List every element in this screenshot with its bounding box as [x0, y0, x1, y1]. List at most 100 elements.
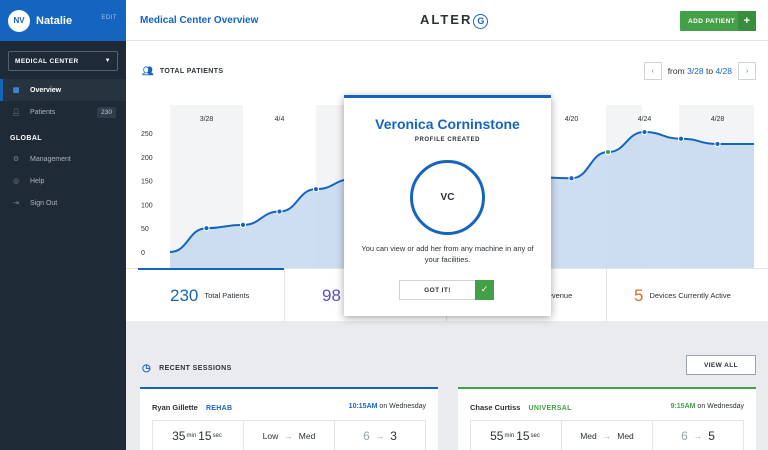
min-unit: min [186, 433, 197, 439]
sidebar-item-overview[interactable]: ▦ Overview [0, 79, 126, 101]
avatar[interactable]: NV [8, 9, 30, 32]
sidebar: NV Natalie EDIT MEDICAL CENTER ▼ ▦ Overv… [0, 0, 126, 450]
function-to: Med [617, 431, 634, 441]
session-time: 10:15AM on Wednesday [349, 403, 426, 410]
metric-function: Low → Med [244, 421, 335, 450]
function-to: Med [298, 431, 316, 441]
chart-point [677, 135, 685, 142]
total-patients-title: TOTAL PATIENTS [159, 68, 224, 75]
top-bar: Medical Center Overview ALTER G ADD PATIE… [126, 0, 768, 41]
date-range-text: from 3/28 to 4/28 [668, 66, 732, 76]
add-patient-button[interactable]: ADD PATIENT + [680, 11, 756, 31]
x-tick-label: 3/28 [200, 116, 214, 123]
sidebar-item-sign-out[interactable]: ⇥ Sign Out [0, 192, 126, 214]
edit-profile-link[interactable]: EDIT [101, 15, 117, 21]
arrow-right-icon: → [693, 431, 703, 441]
session-metrics: 55 min 15 sec Med → Med 6 → 5 [470, 420, 744, 450]
duration-sec: 15 [198, 429, 212, 443]
chart-point [714, 140, 721, 148]
metric-duration: 55 min 15 sec [471, 421, 562, 450]
chart-point [239, 221, 247, 228]
total-patients-header: 👥︎ TOTAL PATIENTS [142, 66, 224, 77]
pain-from: 6 [363, 429, 370, 443]
gear-icon: ⚙ [12, 156, 20, 163]
prev-range-button[interactable]: ‹ [643, 62, 662, 80]
stat-value: 5 [634, 285, 644, 305]
pain-to: 3 [390, 429, 397, 443]
metric-pain: 6 → 3 [335, 421, 425, 450]
session-day: on Wednesday [379, 403, 426, 410]
sidebar-item-patients[interactable]: 👤︎ Patients 230 [0, 101, 126, 123]
got-it-button[interactable]: GOT IT! ✓ [399, 279, 494, 300]
divider [606, 269, 607, 322]
chart-point [312, 186, 320, 193]
card-accent [458, 387, 756, 389]
session-type: REHAB [205, 405, 233, 412]
session-card[interactable]: Ryan Gillette REHAB 10:15AM on Wednesday… [140, 387, 438, 450]
session-patient: Chase Curtiss UNIVERSAL [470, 403, 572, 412]
sec-unit: sec [530, 433, 540, 439]
session-metrics: 35 min 15 sec Low → Med 6 → 3 [152, 420, 426, 450]
session-time: 9:15AM on Wednesday [671, 403, 744, 410]
next-range-button[interactable]: › [738, 62, 756, 80]
session-day: on Wednesday [697, 403, 744, 410]
stat-devices-active[interactable]: 5 Devices Currently Active [634, 269, 731, 322]
patient-name: Ryan Gillette [152, 403, 198, 412]
card-accent [140, 387, 438, 389]
y-tick-label: 0 [141, 250, 145, 257]
min-unit: min [504, 433, 515, 439]
sidebar-item-label: Management [30, 155, 71, 163]
x-tick-label: 4/20 [565, 116, 579, 123]
range-from-label: from [667, 66, 685, 76]
y-tick-label: 150 [141, 179, 153, 186]
function-from: Low [262, 431, 279, 441]
recent-sessions-title: RECENT SESSIONS [159, 365, 232, 372]
stat-total-patients[interactable]: 230 Total Patients [170, 269, 249, 322]
sidebar-item-management[interactable]: ⚙ Management [0, 148, 126, 170]
arrow-right-icon: → [284, 431, 293, 441]
function-from: Med [580, 431, 597, 441]
got-it-label: GOT IT! [424, 286, 451, 294]
facility-select[interactable]: MEDICAL CENTER ▼ [8, 51, 118, 71]
modal-patient-name: Veronica Corninstone [375, 116, 520, 132]
sidebar-item-label: Overview [30, 86, 62, 94]
sidebar-item-help[interactable]: ◎ Help [0, 170, 126, 192]
page-title: Medical Center Overview [140, 15, 259, 26]
sidebar-item-label: Patients [30, 108, 56, 116]
user-header: NV Natalie EDIT [0, 0, 126, 41]
chart-y-axis: 250 200 150 100 50 0 [141, 131, 153, 257]
y-tick-label: 50 [141, 226, 149, 233]
user-icon: 👤︎ [11, 109, 21, 116]
stat-value: 230 [170, 285, 199, 305]
chart-point-highlight [604, 148, 612, 156]
global-section-label: GLOBAL [10, 135, 42, 142]
sec-unit: sec [212, 433, 222, 439]
modal-message: You can view or add her from any machine… [361, 244, 534, 264]
help-icon: ◎ [12, 178, 20, 185]
profile-created-modal: Veronica Corninstone PROFILE CREATED VC … [344, 95, 551, 316]
recent-sessions-header: ◷ RECENT SESSIONS [142, 363, 232, 374]
chevron-down-icon: ▼ [104, 58, 111, 64]
session-card[interactable]: Chase Curtiss UNIVERSAL 9:15AM on Wednes… [458, 387, 756, 450]
x-tick-label: 4/4 [275, 116, 285, 123]
modal-subtitle: PROFILE CREATED [414, 137, 481, 143]
dashboard-icon: ▦ [12, 87, 20, 94]
chart-point [276, 208, 283, 215]
x-tick-label: 4/28 [711, 116, 725, 123]
sidebar-item-label: Help [30, 177, 45, 185]
add-patient-label: ADD PATIENT [688, 17, 736, 25]
view-all-button[interactable]: VIEW ALL [686, 355, 756, 375]
check-icon: ✓ [475, 279, 494, 300]
y-tick-label: 250 [141, 131, 153, 138]
session-type: UNIVERSAL [528, 405, 572, 412]
logo-g-mark: G [473, 14, 489, 29]
metric-pain: 6 → 5 [653, 421, 743, 450]
patients-count-badge: 230 [97, 106, 116, 118]
divider [284, 269, 285, 322]
session-clock: 10:15AM [348, 403, 378, 410]
pain-from: 6 [681, 429, 688, 443]
duration-min: 55 [490, 429, 504, 443]
pain-to: 5 [708, 429, 715, 443]
user-name: Natalie [36, 14, 73, 27]
recent-sessions-section: ◷ RECENT SESSIONS VIEW ALL Ryan Gillette… [126, 321, 768, 450]
